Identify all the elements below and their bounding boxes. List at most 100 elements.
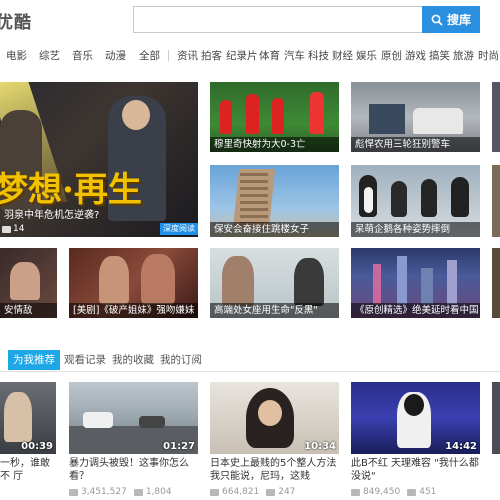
- search-input-wrapper[interactable]: [133, 6, 423, 33]
- building-window-strip: [240, 173, 268, 223]
- nav-item[interactable]: 音乐: [72, 48, 93, 63]
- person-face: [404, 394, 424, 416]
- featured-comment-count: 14: [13, 224, 25, 234]
- video-views: 664,821: [222, 487, 260, 497]
- video-duration: 10:34: [304, 441, 336, 452]
- video-title[interactable]: 一秒，谁敢不 厅: [0, 457, 54, 483]
- play-count-icon: [69, 488, 78, 496]
- recommend-tabs: 为我推荐 观看记录 我的收藏 我的订阅: [0, 350, 500, 372]
- video-title[interactable]: 日本史上最贱的5个整人方法 我只能说，尼玛，这贱: [210, 457, 339, 483]
- nav-item[interactable]: 原创: [381, 48, 402, 63]
- featured-tile-caption: 安情敌: [0, 303, 57, 318]
- featured-tile-caption: 呆萌企鹅各种姿势摔倒: [351, 222, 480, 237]
- skyscraper-shape: [373, 264, 381, 304]
- video-duration: 00:39: [21, 441, 53, 452]
- search-icon: [431, 14, 443, 26]
- nav-item[interactable]: 拍客: [201, 48, 222, 63]
- tile-edge-peek: [492, 165, 500, 237]
- nav-item[interactable]: 纪录片: [226, 48, 258, 63]
- featured-tile[interactable]: 安情敌: [0, 248, 57, 318]
- person-shape: [141, 254, 175, 304]
- featured-tile[interactable]: 呆萌企鹅各种姿势摔倒: [351, 165, 480, 237]
- tile-edge-peek: [492, 248, 500, 318]
- featured-tile[interactable]: 穆里奇快射为大0-3亡: [210, 82, 339, 152]
- video-duration: 14:42: [445, 441, 477, 452]
- person-shape: [222, 256, 254, 306]
- penguin-shape: [421, 179, 437, 217]
- tab-recommend[interactable]: 为我推荐: [8, 350, 60, 370]
- featured-tile-caption: 彪悍农用三轮狂别警车: [351, 137, 480, 152]
- featured-tile-caption: 穆里奇快射为大0-3亡: [210, 137, 339, 152]
- tab-subscriptions[interactable]: 我的订阅: [160, 350, 202, 370]
- video-comments: 1,804: [145, 487, 172, 497]
- nav-item[interactable]: 汽车: [284, 48, 305, 63]
- video-thumbnail[interactable]: 14:42: [351, 382, 480, 454]
- player-figure: [310, 92, 324, 134]
- search-button[interactable]: 搜库: [422, 6, 480, 33]
- featured-comment: 14: [2, 224, 24, 234]
- video-comments: 247: [278, 487, 296, 497]
- nav-item[interactable]: 电影: [6, 48, 27, 63]
- nav-item[interactable]: 综艺: [39, 48, 60, 63]
- nav-item[interactable]: 娱乐: [356, 48, 377, 63]
- performer-face: [122, 100, 150, 130]
- featured-tile[interactable]: [美剧]《破产姐妹》强吻嫌妹: [69, 248, 198, 318]
- search-input[interactable]: [134, 7, 423, 32]
- nav-item[interactable]: 旅游: [453, 48, 474, 63]
- penguin-shape: [451, 177, 469, 217]
- truck-shape: [369, 104, 405, 134]
- skyscraper-shape: [447, 260, 457, 304]
- featured-main-tile[interactable]: 梦想·再生 羽泉中年危机怎逆袭? 深度阅读 14: [0, 82, 198, 237]
- video-duration: 01:27: [163, 441, 195, 452]
- nav-item[interactable]: 游戏: [405, 48, 426, 63]
- car-shape: [413, 108, 463, 134]
- skyscraper-shape: [421, 268, 433, 304]
- comment-icon: [266, 488, 276, 496]
- nav-item[interactable]: 时尚: [478, 48, 499, 63]
- video-views: 849,450: [363, 487, 401, 497]
- nav-item[interactable]: 搞笑: [429, 48, 450, 63]
- play-count-icon: [210, 488, 219, 496]
- person-shape: [4, 392, 32, 442]
- tab-history[interactable]: 观看记录: [64, 350, 106, 370]
- featured-tile[interactable]: 保安会奋接住跳楼女子: [210, 165, 339, 237]
- video-thumbnail[interactable]: 10:34: [210, 382, 339, 454]
- video-title[interactable]: 暴力调头被毁！这事你怎么看？: [69, 457, 198, 483]
- featured-title-overlay: 梦想·再生: [0, 170, 142, 210]
- car-shape: [139, 416, 165, 428]
- player-figure: [220, 100, 232, 134]
- video-title[interactable]: 此B不红 天理难容 "我什么都没说": [351, 457, 480, 483]
- player-figure: [246, 94, 259, 134]
- person-face: [258, 400, 282, 426]
- nav-item[interactable]: 动漫: [105, 48, 126, 63]
- featured-tile-caption: [美剧]《破产姐妹》强吻嫌妹: [69, 303, 198, 318]
- nav-divider: [168, 50, 169, 61]
- nav-item[interactable]: 全部: [139, 48, 160, 63]
- featured-tile[interactable]: 彪悍农用三轮狂别警车: [351, 82, 480, 152]
- nav-item[interactable]: 资讯: [177, 48, 198, 63]
- video-stats: 664,821 247: [210, 487, 295, 497]
- play-count-icon: [351, 488, 360, 496]
- video-thumbnail[interactable]: 00:39: [0, 382, 56, 454]
- video-stats: 3,451,527 1,804: [69, 487, 172, 497]
- featured-tile[interactable]: 高端处女座用生命"反黑": [210, 248, 339, 318]
- featured-tile-caption: 保安会奋接住跳楼女子: [210, 222, 339, 237]
- video-thumbnail[interactable]: 01:27: [69, 382, 198, 454]
- category-nav: 电影 综艺 音乐 动漫 全部 资讯 拍客 纪录片 体育 汽车 科技 财经 娱乐 …: [0, 46, 500, 66]
- nav-item[interactable]: 财经: [332, 48, 353, 63]
- nav-item[interactable]: 科技: [308, 48, 329, 63]
- video-stats: 849,450 451: [351, 487, 436, 497]
- logo[interactable]: 优酷: [0, 8, 32, 33]
- penguin-belly: [364, 187, 373, 213]
- featured-tile-caption: 《原创精选》绝美延时看中国: [351, 303, 480, 318]
- featured-badge: 深度阅读: [160, 223, 198, 235]
- video-views: 3,451,527: [81, 487, 127, 497]
- featured-tile[interactable]: 《原创精选》绝美延时看中国: [351, 248, 480, 318]
- video-comments: 451: [419, 487, 437, 497]
- featured-tile-caption: 高端处女座用生命"反黑": [210, 303, 339, 318]
- nav-item[interactable]: 体育: [259, 48, 280, 63]
- video-thumbnail[interactable]: [492, 382, 500, 454]
- tile-edge-peek: [492, 82, 500, 152]
- comment-icon: [2, 225, 11, 233]
- tab-favorites[interactable]: 我的收藏: [112, 350, 154, 370]
